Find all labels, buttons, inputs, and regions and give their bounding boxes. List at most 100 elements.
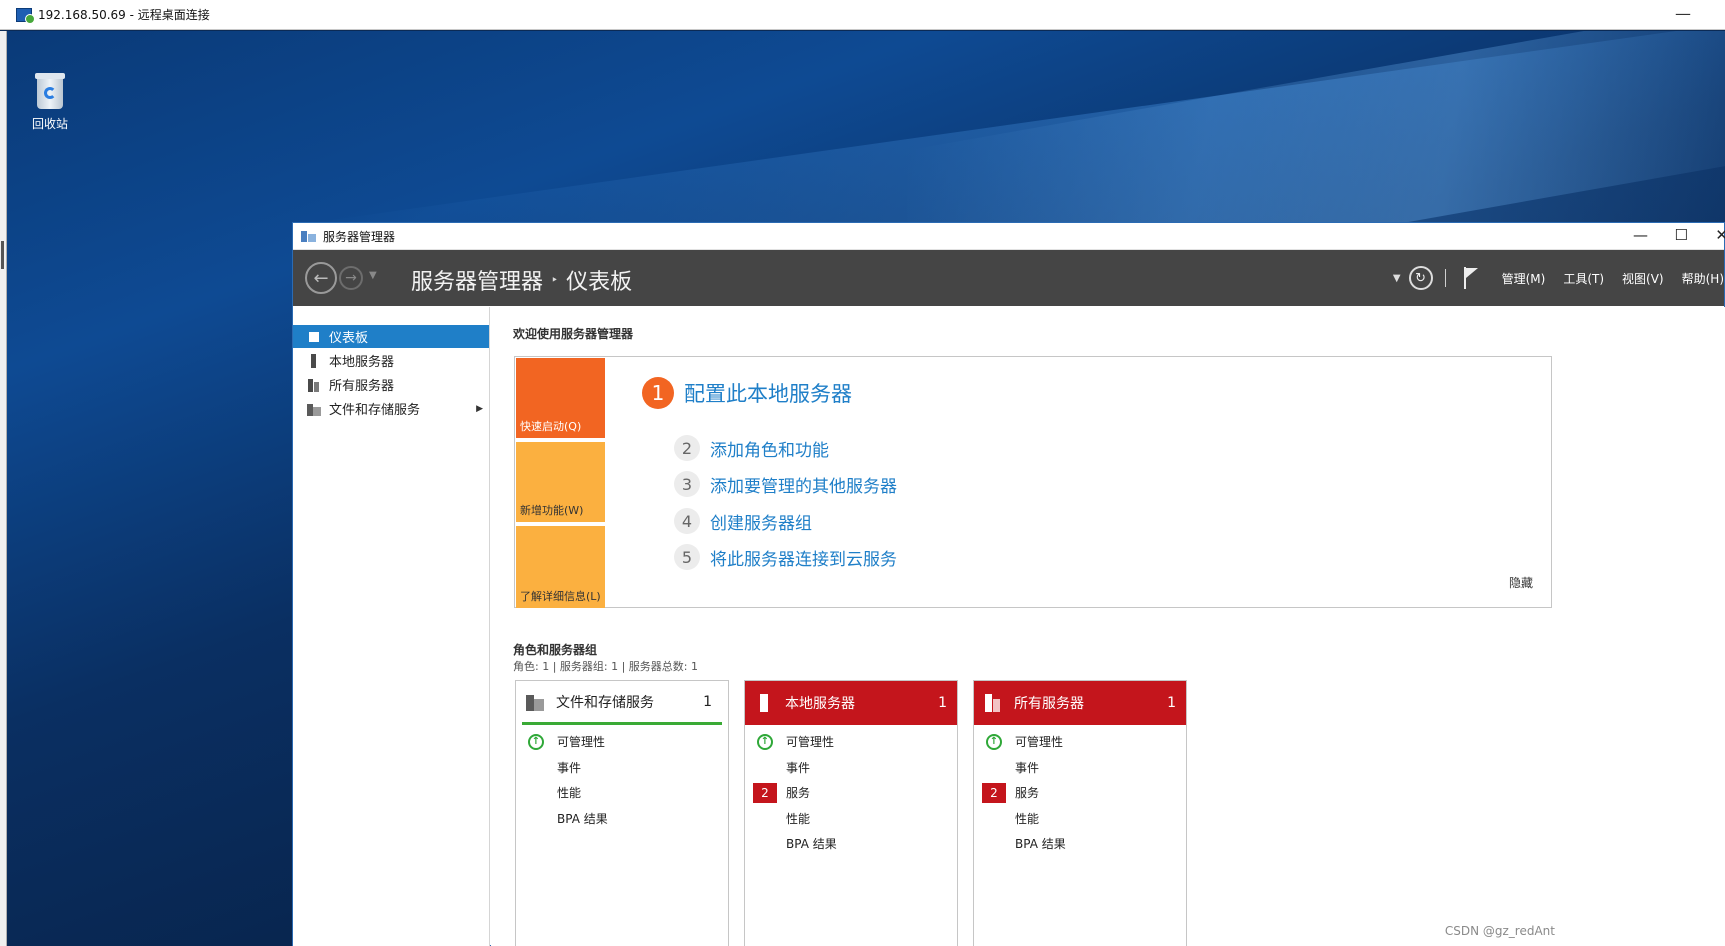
card-count: 1 (1167, 695, 1176, 711)
card-row-manageability[interactable]: ↑ 可管理性 (974, 729, 1186, 755)
card-row-events[interactable]: 事件 (516, 755, 728, 781)
card-row-events[interactable]: 事件 (745, 755, 957, 781)
step-configure-local-server[interactable]: 1 配置此本地服务器 (642, 377, 852, 409)
step-connect-cloud[interactable]: 5 将此服务器连接到云服务 (674, 544, 897, 570)
file-storage-icon (526, 693, 544, 711)
close-button[interactable]: ✕ (1715, 226, 1725, 244)
breadcrumb: 服务器管理器 ‣ 仪表板 (411, 264, 632, 296)
rdp-title-bar: 192.168.50.69 - 远程桌面连接 — (0, 0, 1725, 30)
app-header: ← → ▼ 服务器管理器 ‣ 仪表板 ▼ ↻ 管理(M) 工具(T) 视图(V)… (293, 250, 1724, 306)
card-count: 1 (938, 695, 947, 711)
rdp-left-edge (0, 31, 7, 946)
refresh-icon[interactable]: ↻ (1408, 266, 1433, 290)
maximize-button[interactable]: ☐ (1675, 226, 1688, 244)
row-label: 可管理性 (557, 735, 606, 750)
breadcrumb-root[interactable]: 服务器管理器 (411, 264, 543, 296)
ok-status-icon: ↑ (986, 733, 1002, 750)
breadcrumb-separator-icon: ‣ (551, 273, 559, 287)
menu-view[interactable]: 视图(V) (1622, 270, 1664, 287)
refresh-dropdown-icon[interactable]: ▼ (1393, 273, 1401, 284)
card-row-events[interactable]: 事件 (974, 755, 1186, 781)
forward-button[interactable]: → (339, 266, 363, 290)
row-label: 服务 (786, 786, 811, 801)
step-link[interactable]: 添加角色和功能 (710, 436, 829, 461)
remote-desktop-icon (16, 7, 35, 24)
row-label: BPA 结果 (1015, 837, 1066, 852)
role-card-local-server[interactable]: 本地服务器 1 ↑ 可管理性 事件 2 服务 性能 BPA 结果 (744, 680, 958, 946)
card-row-bpa[interactable]: BPA 结果 (974, 831, 1186, 857)
arrow-right-icon: → (345, 270, 357, 286)
chevron-right-icon[interactable]: ▶ (476, 404, 483, 414)
recycle-bin-shortcut[interactable]: 回收站 (25, 71, 75, 132)
alert-count-badge: 2 (982, 782, 1006, 803)
row-label: 可管理性 (1015, 735, 1064, 750)
row-label: 性能 (786, 811, 811, 826)
sidebar-item-all-servers[interactable]: 所有服务器 (293, 373, 489, 396)
card-row-services[interactable]: 2 服务 (745, 780, 957, 806)
tile-whats-new[interactable]: 新增功能(W) (516, 442, 605, 524)
step-link[interactable]: 将此服务器连接到云服务 (710, 545, 897, 570)
step-number: 5 (674, 544, 700, 570)
card-row-bpa[interactable]: BPA 结果 (516, 806, 728, 832)
card-header[interactable]: 所有服务器 1 (974, 681, 1186, 725)
step-create-server-group[interactable]: 4 创建服务器组 (674, 508, 812, 534)
history-dropdown-icon[interactable]: ▼ (369, 270, 377, 281)
welcome-heading: 欢迎使用服务器管理器 (513, 327, 634, 341)
minimize-button[interactable]: — (1633, 226, 1648, 244)
card-row-manageability[interactable]: ↑ 可管理性 (745, 729, 957, 755)
sidebar-item-file-storage[interactable]: 文件和存储服务 ▶ (293, 397, 489, 420)
hide-link[interactable]: 隐藏 (1509, 574, 1533, 591)
rdp-minimize-button[interactable]: — (1675, 4, 1691, 23)
sidebar-item-label: 本地服务器 (329, 355, 395, 370)
row-label: BPA 结果 (557, 811, 608, 826)
role-card-file-storage[interactable]: 文件和存储服务 1 ↑ 可管理性 事件 性能 BPA 结果 (515, 680, 729, 946)
roles-heading: 角色和服务器组 (513, 643, 598, 657)
card-row-performance[interactable]: 性能 (974, 806, 1186, 832)
row-label: 服务 (1015, 786, 1040, 801)
servers-icon (984, 694, 1002, 712)
tile-quick-start[interactable]: 快速启动(Q) (516, 358, 605, 440)
card-count: 1 (703, 693, 712, 710)
card-header[interactable]: 文件和存储服务 1 (522, 681, 722, 725)
card-row-performance[interactable]: 性能 (745, 806, 957, 832)
sidebar-item-label: 仪表板 (329, 331, 369, 346)
rdp-scroll-grip[interactable] (1, 241, 4, 269)
row-label: 性能 (557, 786, 582, 801)
menu-manage[interactable]: 管理(M) (1502, 270, 1546, 287)
sidebar-item-label: 文件和存储服务 (329, 403, 421, 418)
card-row-bpa[interactable]: BPA 结果 (745, 831, 957, 857)
notifications-flag-icon[interactable] (1462, 267, 1480, 289)
row-label: 事件 (557, 760, 582, 775)
file-storage-icon (307, 402, 321, 416)
recycle-bin-icon (33, 71, 67, 111)
welcome-panel: 快速启动(Q) 新增功能(W) 了解详细信息(L) 1 配置此本地服务器 2 添… (514, 356, 1552, 608)
ok-status-icon: ↑ (528, 733, 544, 750)
dashboard-icon (307, 329, 321, 344)
sidebar-item-dashboard[interactable]: 仪表板 (293, 325, 489, 348)
card-header[interactable]: 本地服务器 1 (745, 681, 957, 725)
tile-learn-more[interactable]: 了解详细信息(L) (516, 526, 605, 608)
row-label: 事件 (1015, 760, 1040, 775)
tile-label: 快速启动(Q) (520, 420, 582, 433)
tile-label: 了解详细信息(L) (520, 590, 601, 603)
recycle-bin-label: 回收站 (31, 117, 68, 131)
card-title: 文件和存储服务 (556, 694, 654, 711)
sidebar-item-local-server[interactable]: 本地服务器 (293, 349, 489, 372)
menu-help[interactable]: 帮助(H) (1682, 270, 1724, 287)
roles-summary: 角色: 1 | 服务器组: 1 | 服务器总数: 1 (513, 660, 699, 673)
back-button[interactable]: ← (305, 262, 337, 294)
server-manager-app-icon (301, 229, 317, 243)
role-card-all-servers[interactable]: 所有服务器 1 ↑ 可管理性 事件 2 服务 性能 BPA 结果 (973, 680, 1187, 946)
step-link[interactable]: 添加要管理的其他服务器 (710, 472, 897, 497)
server-icon (755, 694, 773, 712)
step-link[interactable]: 配置此本地服务器 (684, 378, 852, 408)
step-link[interactable]: 创建服务器组 (710, 509, 812, 534)
tile-label: 新增功能(W) (520, 504, 584, 517)
step-add-servers[interactable]: 3 添加要管理的其他服务器 (674, 471, 897, 497)
menu-tools[interactable]: 工具(T) (1563, 270, 1604, 287)
row-label: 性能 (1015, 811, 1040, 826)
step-add-roles[interactable]: 2 添加角色和功能 (674, 435, 829, 461)
card-row-services[interactable]: 2 服务 (974, 780, 1186, 806)
card-row-performance[interactable]: 性能 (516, 780, 728, 806)
card-row-manageability[interactable]: ↑ 可管理性 (516, 729, 728, 755)
